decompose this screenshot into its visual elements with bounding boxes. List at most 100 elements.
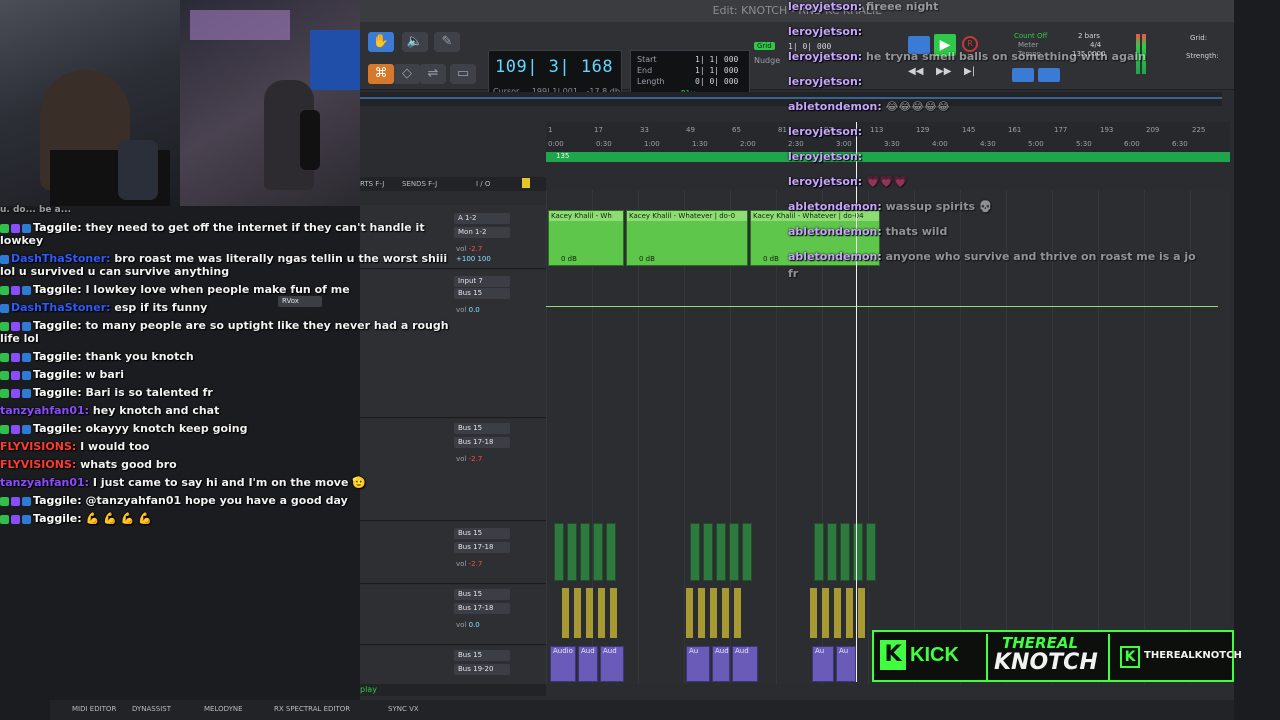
audio4-clip-name: Aud: [581, 647, 595, 655]
audio3-output2[interactable]: Bus 17-18: [454, 603, 510, 614]
link-icon[interactable]: ⇌: [420, 64, 446, 84]
grid-label[interactable]: Grid: [754, 42, 775, 50]
header-columns: RTS F-J SENDS F-J I / O: [360, 177, 546, 191]
bottom-tab[interactable]: DYNASSIST: [132, 705, 171, 713]
audio2-clip[interactable]: [567, 523, 577, 581]
audio3-clip[interactable]: [574, 588, 581, 638]
nudge-label[interactable]: Nudge: [754, 56, 780, 65]
audio3-clip[interactable]: [710, 588, 717, 638]
mod-badge-icon: [0, 370, 9, 380]
audio4-clip[interactable]: Aud: [578, 646, 598, 682]
audio3-clip[interactable]: [810, 588, 817, 638]
audio2-clip[interactable]: [716, 523, 726, 581]
chat-message: tanzyahfan01: I just came to say hi and …: [0, 476, 366, 489]
bottom-tab[interactable]: MIDI EDITOR: [72, 705, 116, 713]
audio4-output[interactable]: Bus 15: [454, 650, 510, 661]
audio3-clip[interactable]: [586, 588, 593, 638]
pencil-tool-icon[interactable]: ✎: [434, 32, 460, 52]
sub-badge-icon: [11, 321, 20, 331]
audio4-clip[interactable]: Aud: [712, 646, 730, 682]
audio2-clip[interactable]: [703, 523, 713, 581]
play-label: play: [360, 685, 377, 694]
audio2-output2[interactable]: Bus 17-18: [454, 542, 510, 553]
audio3-clip[interactable]: [698, 588, 705, 638]
wall-light: [190, 10, 290, 40]
audio2-clip[interactable]: [690, 523, 700, 581]
chat-username: Taggile:: [33, 319, 86, 332]
track-header-audio3[interactable]: Bus 15 Bus 17-18 vol 0.0: [360, 585, 546, 645]
bottom-tab[interactable]: SYNC VX: [388, 705, 419, 713]
insertion-follows-icon[interactable]: ▭: [450, 64, 476, 84]
audio2-clip[interactable]: [554, 523, 564, 581]
audio3-clip[interactable]: [834, 588, 841, 638]
verified-badge-icon: [22, 514, 31, 524]
track2-input[interactable]: Input 7: [454, 276, 510, 287]
kick-logo-icon: K: [880, 640, 906, 670]
overlay-message: leroyjetson: he tryna smell balls on som…: [788, 50, 1146, 63]
audio3-clip[interactable]: [610, 588, 617, 638]
audio4-clip[interactable]: Au: [836, 646, 856, 682]
track2-output[interactable]: Bus 15: [454, 288, 510, 299]
track3-vol[interactable]: vol -2.7: [456, 455, 482, 463]
length-value[interactable]: 0| 0| 000: [695, 77, 738, 86]
audio2-clip[interactable]: [853, 523, 863, 581]
audio3-clip[interactable]: [846, 588, 853, 638]
audio4-clip[interactable]: Au: [686, 646, 710, 682]
bottom-tab[interactable]: MELODYNE: [204, 705, 243, 713]
audio2-clip[interactable]: [814, 523, 824, 581]
end-value[interactable]: 1| 1| 000: [695, 66, 738, 75]
clip-2[interactable]: Kacey Khalil - Whatever | do-0 0 dB: [626, 210, 748, 266]
audio2-clip[interactable]: [580, 523, 590, 581]
audio4-clip[interactable]: Aud: [600, 646, 624, 682]
grabber-tool-icon[interactable]: ✋: [368, 32, 394, 52]
audio4-clip-name: Audio: [553, 647, 573, 655]
audio4-clip[interactable]: Au: [812, 646, 834, 682]
marker-flag-icon[interactable]: [522, 178, 530, 188]
track2-vol[interactable]: vol 0.0: [456, 306, 480, 314]
audio3-clip[interactable]: [822, 588, 829, 638]
tab-to-transient-icon[interactable]: ◇: [394, 64, 420, 84]
track-header-audio4[interactable]: Bus 15 Bus 19-20: [360, 646, 546, 686]
track3-output[interactable]: Bus 15: [454, 423, 510, 434]
audio3-clip[interactable]: [858, 588, 865, 638]
overlay-message: leroyjetson:: [788, 75, 862, 88]
audio3-output[interactable]: Bus 15: [454, 589, 510, 600]
chat-text: 💪 💪 💪 💪: [85, 512, 152, 525]
mod-badge-icon: [0, 352, 9, 362]
overlay-username: leroyjetson:: [788, 75, 863, 88]
audio2-clip[interactable]: [742, 523, 752, 581]
chat-text: thank you knotch: [85, 350, 194, 363]
audio4-output2[interactable]: Bus 19-20: [454, 664, 510, 675]
audio2-clip[interactable]: [729, 523, 739, 581]
audio4-clip[interactable]: Audio: [550, 646, 576, 682]
webcam-left: [0, 0, 180, 206]
bottom-tab[interactable]: RX SPECTRAL EDITOR: [274, 705, 350, 713]
track1-vol[interactable]: vol -2.7: [456, 245, 482, 253]
audio3-vol[interactable]: vol 0.0: [456, 621, 480, 629]
chat-message: tanzyahfan01: hey knotch and chat: [0, 404, 219, 417]
audio3-clip[interactable]: [734, 588, 741, 638]
audio2-clip[interactable]: [866, 523, 876, 581]
speaker-icon[interactable]: 🔈: [402, 32, 428, 52]
clip-1[interactable]: Kacey Khalil - Wh 0 dB: [548, 210, 624, 266]
audio2-output[interactable]: Bus 15: [454, 528, 510, 539]
audio3-clip[interactable]: [562, 588, 569, 638]
audio4-clip[interactable]: Aud: [732, 646, 758, 682]
audio2-clip[interactable]: [827, 523, 837, 581]
audio2-clip[interactable]: [840, 523, 850, 581]
audio2-clip[interactable]: [606, 523, 616, 581]
track1-input[interactable]: A 1-2: [454, 213, 510, 224]
track3-output2[interactable]: Bus 17-18: [454, 437, 510, 448]
audio3-clip[interactable]: [686, 588, 693, 638]
audio3-clip[interactable]: [598, 588, 605, 638]
track1-output[interactable]: Mon 1-2: [454, 227, 510, 238]
chat-username: FLYVISIONS:: [0, 458, 81, 471]
keyboard-focus-icon[interactable]: ⌘: [368, 64, 394, 84]
audio2-vol[interactable]: vol -2.7: [456, 560, 482, 568]
chat-text: @tanzyahfan01 hope you have a good day: [85, 494, 348, 507]
start-value[interactable]: 1| 1| 000: [695, 55, 738, 64]
track1-pan[interactable]: +100 100: [456, 255, 491, 263]
mod-badge-icon: [0, 514, 9, 524]
audio2-clip[interactable]: [593, 523, 603, 581]
audio3-clip[interactable]: [722, 588, 729, 638]
